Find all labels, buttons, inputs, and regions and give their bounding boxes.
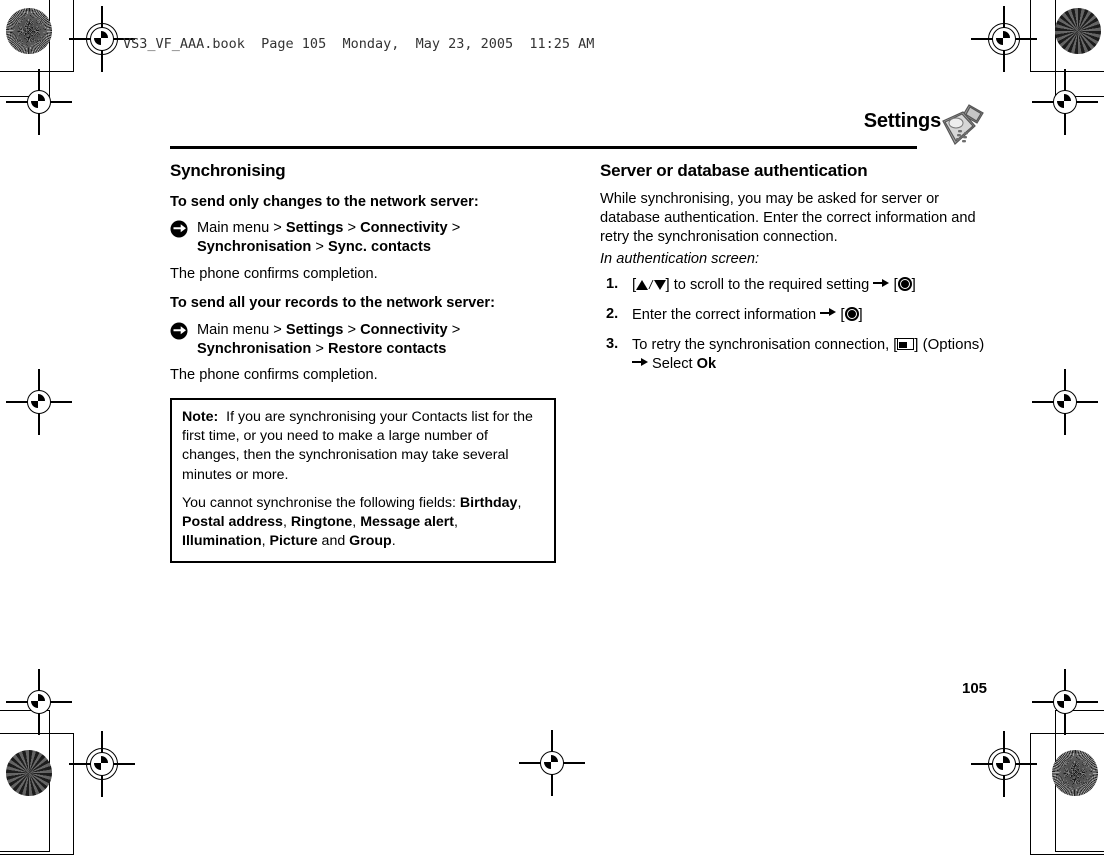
arrow-bullet-icon <box>170 322 188 340</box>
step-text: Enter the correct information [] <box>632 305 863 323</box>
registration-mark-bottom-right <box>971 731 1037 797</box>
bracket: [ <box>889 276 898 294</box>
menu-path-restore-contacts: Main menu > Settings > Connectivity > Sy… <box>170 321 560 360</box>
bracket: ] <box>911 276 916 294</box>
subheading-send-all: To send all your records to the network … <box>170 295 495 312</box>
list-item: 1. [/] to scroll to the required setting… <box>600 275 992 296</box>
step-text-run: To retry the synchronisation connection,… <box>632 336 898 353</box>
step-number: 3. <box>606 335 619 352</box>
step-text: To retry the synchronisation connection,… <box>632 335 985 373</box>
arrow-right-icon <box>820 308 837 318</box>
path-root-label: Main menu <box>197 321 270 338</box>
menu-path-sync-contacts: Main menu > Settings > Connectivity > Sy… <box>170 219 560 258</box>
registration-mark-top-right <box>971 6 1037 72</box>
rosette-bottom-left <box>6 750 52 796</box>
soft-key-icon <box>897 337 915 350</box>
step-text-run: Select <box>648 356 697 373</box>
rosette-top-right <box>1055 8 1101 54</box>
registration-mark-left-upper <box>6 69 72 135</box>
center-key-icon <box>897 277 912 292</box>
left-column: Synchronising To send only changes to th… <box>170 160 560 393</box>
bracket: ] (Options) <box>914 335 985 353</box>
center-key-icon <box>844 306 859 321</box>
note-label: Note: <box>182 409 219 425</box>
path1-line1-rest: > Settings > Connectivity > <box>269 220 461 237</box>
confirm-text-1: The phone confirms completion. <box>170 265 378 282</box>
context-line-auth-screen: In authentication screen: <box>600 250 760 267</box>
step-text-run: to scroll to the required setting <box>669 277 874 294</box>
note-paragraph-2: You cannot synchronise the following fie… <box>182 494 522 550</box>
step-text: [/] to scroll to the required setting [] <box>632 276 916 294</box>
note-paragraph-1: Note: If you are synchronising your Cont… <box>182 408 544 485</box>
header-rule <box>170 146 917 149</box>
subheading-send-changes: To send only changes to the network serv… <box>170 193 479 210</box>
registration-mark-right-upper <box>1032 69 1098 135</box>
registration-mark-bottom-center <box>519 730 585 796</box>
rosette-top-left <box>6 8 52 54</box>
path-root-label: Main menu <box>197 220 270 237</box>
arrow-right-icon <box>632 357 648 367</box>
bracket: [ <box>836 305 845 323</box>
registration-mark-bottom-left <box>69 731 135 797</box>
arrow-right-icon <box>873 278 890 288</box>
path2-line2: Synchronisation > Restore contacts <box>197 341 447 358</box>
registration-mark-right-middle <box>1032 369 1098 435</box>
triangle-up-icon <box>636 280 649 291</box>
confirm-text-2: The phone confirms completion. <box>170 367 378 384</box>
path1-line2: Synchronisation > Sync. contacts <box>197 239 431 256</box>
registration-mark-left-middle <box>6 369 72 435</box>
triangle-down-icon <box>653 280 666 291</box>
step-number: 2. <box>606 305 619 322</box>
right-column: Server or database authentication While … <box>600 160 992 384</box>
server-auth-intro: While synchronising, you may be asked fo… <box>600 190 976 246</box>
path2-line1-rest: > Settings > Connectivity > <box>269 321 461 338</box>
print-file-header: VS3_VF_AAA.book Page 105 Monday, May 23,… <box>123 36 595 52</box>
section-title-synchronising: Synchronising <box>170 161 286 180</box>
section-title-server-auth: Server or database authentication <box>600 161 868 180</box>
rosette-bottom-right <box>1052 750 1098 796</box>
arrow-bullet-icon <box>170 220 188 238</box>
list-item: 2. Enter the correct information [] <box>600 305 992 326</box>
registration-mark-top-left <box>69 6 135 72</box>
list-item: 3. To retry the synchronisation connecti… <box>600 335 992 375</box>
note-box: Note: If you are synchronising your Cont… <box>170 398 556 564</box>
registration-mark-right-lower <box>1032 669 1098 735</box>
mobile-phone-icon <box>933 99 989 149</box>
step-text-run: Enter the correct information <box>632 306 821 323</box>
numbered-steps-list: 1. [/] to scroll to the required setting… <box>600 275 992 375</box>
note-text-1: If you are synchronising your Contacts l… <box>182 409 533 483</box>
running-head-title: Settings <box>863 110 941 132</box>
registration-mark-left-lower <box>6 669 72 735</box>
bracket: ] <box>858 305 863 323</box>
step-number: 1. <box>606 276 619 293</box>
emphasis-text: Ok <box>696 356 717 373</box>
page-number: 105 <box>962 680 988 697</box>
